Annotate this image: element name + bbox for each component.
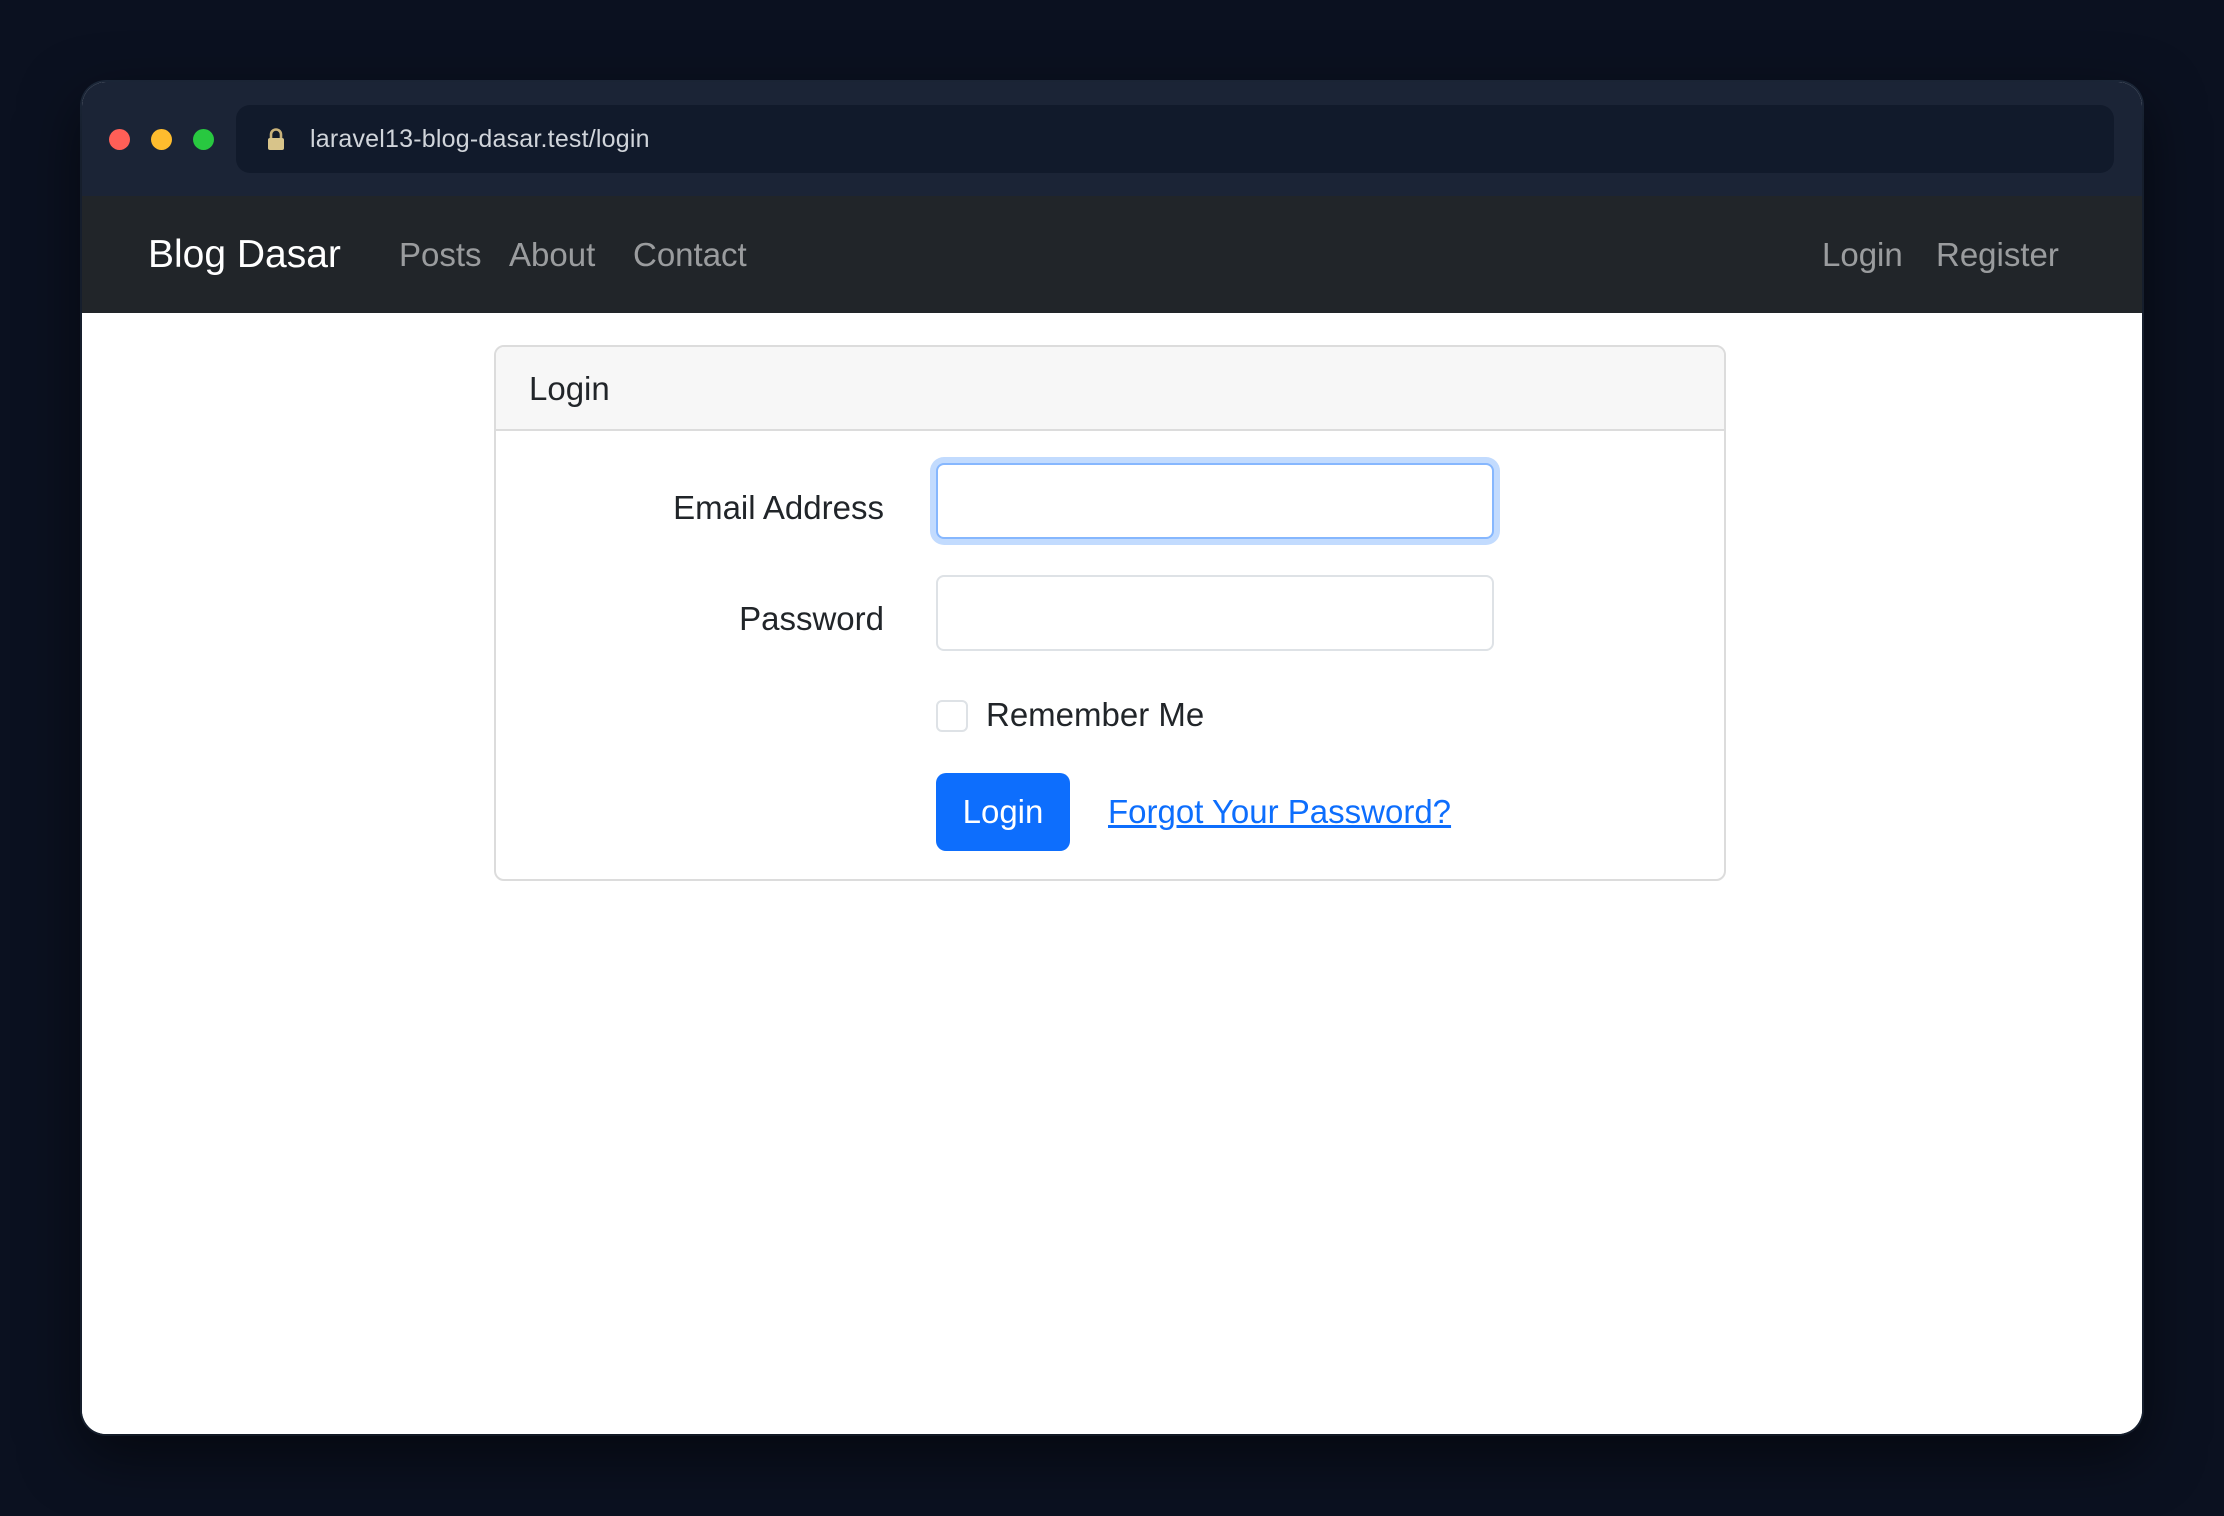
close-window-button[interactable] (109, 129, 130, 150)
nav-link-login[interactable]: Login (1822, 196, 1903, 313)
nav-link-register[interactable]: Register (1936, 196, 2059, 313)
login-card: Login Email Address Password Remember Me… (494, 345, 1726, 881)
login-card-title: Login (529, 370, 610, 407)
address-bar[interactable]: laravel13-blog-dasar.test/login (236, 105, 2114, 173)
password-label: Password (739, 600, 884, 637)
minimize-window-button[interactable] (151, 129, 172, 150)
maximize-window-button[interactable] (193, 129, 214, 150)
login-submit-button[interactable]: Login (936, 773, 1070, 851)
forgot-password-link[interactable]: Forgot Your Password? (1108, 773, 1451, 851)
browser-window: laravel13-blog-dasar.test/login Blog Das… (82, 82, 2142, 1434)
nav-link-posts[interactable]: Posts (399, 196, 482, 313)
remember-me-checkbox[interactable] (936, 700, 968, 732)
login-card-header: Login (496, 347, 1724, 431)
password-input[interactable] (936, 575, 1494, 651)
lock-icon (266, 128, 286, 150)
navbar-brand[interactable]: Blog Dasar (148, 196, 341, 313)
nav-link-contact[interactable]: Contact (633, 196, 747, 313)
email-input[interactable] (936, 463, 1494, 539)
page-content: Login Email Address Password Remember Me… (82, 313, 2142, 1434)
site-navbar: Blog Dasar Posts About Contact Login Reg… (82, 196, 2142, 313)
email-label: Email Address (673, 489, 884, 526)
nav-link-about[interactable]: About (509, 196, 595, 313)
browser-titlebar: laravel13-blog-dasar.test/login (82, 82, 2142, 196)
remember-me-label[interactable]: Remember Me (986, 692, 1204, 738)
url-text[interactable]: laravel13-blog-dasar.test/login (310, 105, 650, 173)
